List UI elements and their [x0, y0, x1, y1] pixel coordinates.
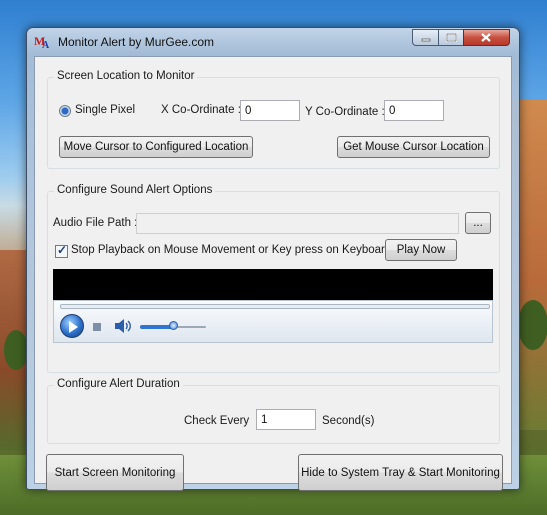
check-every-label: Check Every	[184, 415, 250, 427]
hide-to-tray-button[interactable]: Hide to System Tray & Start Monitoring	[298, 454, 503, 491]
audio-file-label: Audio File Path :	[53, 217, 138, 229]
y-coordinate-label: Y Co-Ordinate :	[305, 106, 385, 118]
maximize-button[interactable]	[438, 29, 464, 46]
single-pixel-label: Single Pixel	[75, 104, 136, 116]
x-coordinate-label: X Co-Ordinate :	[161, 104, 241, 116]
close-icon	[481, 33, 491, 42]
background-tree	[4, 330, 28, 370]
video-area	[53, 269, 493, 300]
check-every-input[interactable]	[256, 409, 316, 430]
media-player	[53, 269, 493, 343]
stop-playback-label: Stop Playback on Mouse Movement or Key p…	[71, 244, 392, 256]
maximize-icon	[446, 33, 457, 42]
x-coordinate-input[interactable]	[240, 100, 300, 121]
close-button[interactable]	[463, 29, 510, 46]
sound-alert-title: Configure Sound Alert Options	[54, 184, 216, 196]
checkmark-icon: ✓	[57, 243, 68, 257]
speaker-icon[interactable]	[114, 318, 132, 334]
get-cursor-location-button[interactable]: Get Mouse Cursor Location	[337, 136, 490, 158]
seconds-label: Second(s)	[322, 415, 375, 427]
player-controls	[53, 300, 493, 343]
volume-thumb[interactable]	[169, 321, 178, 330]
background-tree	[518, 300, 547, 350]
window-title: Monitor Alert by MurGee.com	[58, 35, 215, 49]
single-pixel-radio[interactable]	[59, 105, 71, 117]
play-icon[interactable]	[60, 314, 84, 338]
minimize-icon	[421, 38, 431, 42]
client-area: Screen Location to Monitor Single Pixel …	[34, 56, 512, 491]
minimize-button[interactable]	[412, 29, 439, 46]
seek-bar[interactable]	[60, 304, 490, 309]
screen-location-title: Screen Location to Monitor	[54, 70, 198, 82]
y-coordinate-input[interactable]	[384, 100, 444, 121]
stop-icon[interactable]	[93, 323, 101, 331]
alert-duration-title: Configure Alert Duration	[54, 378, 183, 390]
start-monitoring-button[interactable]: Start Screen Monitoring	[46, 454, 184, 491]
stop-playback-checkbox[interactable]: ✓	[55, 243, 68, 258]
play-now-button[interactable]: Play Now	[385, 239, 457, 261]
move-cursor-button[interactable]: Move Cursor to Configured Location	[59, 136, 253, 158]
title-bar[interactable]: M A Monitor Alert by MurGee.com	[27, 28, 519, 54]
app-window: M A Monitor Alert by MurGee.com Screen L…	[26, 27, 520, 491]
audio-file-path-input[interactable]	[136, 213, 459, 234]
svg-text:A: A	[42, 40, 50, 49]
browse-button[interactable]: ...	[465, 212, 491, 234]
app-logo-icon[interactable]: M A	[34, 33, 52, 49]
